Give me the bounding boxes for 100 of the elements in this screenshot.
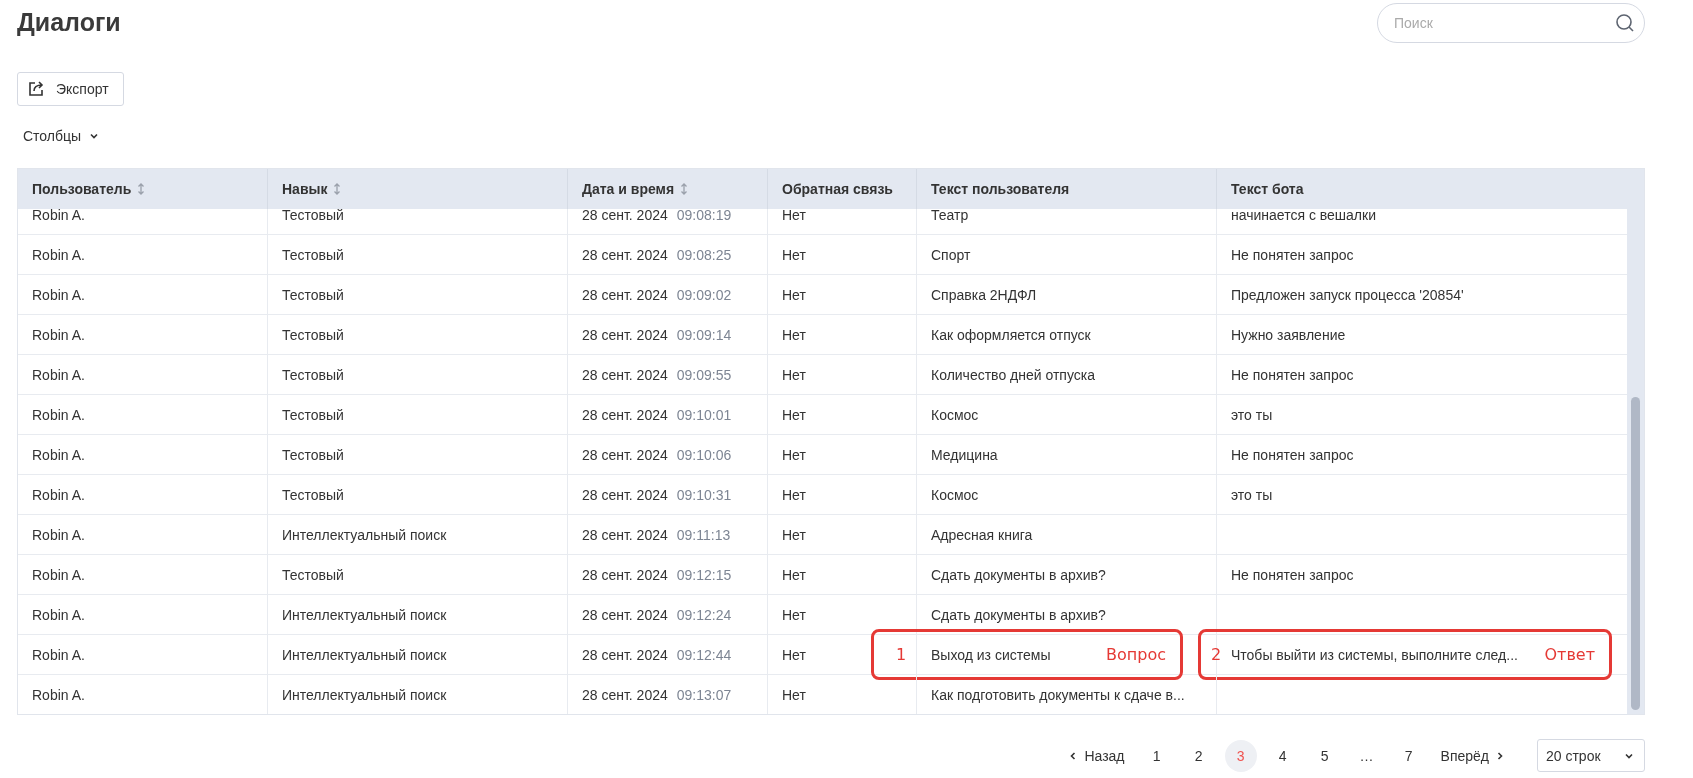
column-header[interactable]: Текст бота	[1231, 181, 1304, 197]
table-cell: Robin A.	[32, 406, 85, 423]
table-cell: Выход из системы	[931, 646, 1051, 663]
export-icon	[28, 81, 44, 97]
column-header[interactable]: Навык	[282, 181, 328, 197]
table-cell: Нет	[782, 566, 806, 583]
table-cell: Тестовый	[282, 326, 344, 343]
table-cell: Адресная книга	[931, 526, 1033, 543]
time-text: 09:10:31	[676, 486, 732, 503]
time-text: 09:08:19	[676, 209, 732, 223]
table-cell: Robin A.	[32, 326, 85, 343]
columns-dropdown[interactable]: Столбцы	[17, 124, 106, 148]
search-icon	[1615, 12, 1635, 33]
date-text: 28 сент. 2024	[582, 209, 668, 223]
table-cell: Не понятен запрос	[1231, 446, 1354, 463]
table-cell: Нет	[782, 326, 806, 343]
table-cell: Robin A.	[32, 366, 85, 383]
time-text: 09:12:15	[676, 566, 732, 583]
table-cell: Robin A.	[32, 209, 85, 223]
table-cell: Сдать документы в архив?	[931, 606, 1106, 623]
time-text: 09:09:02	[676, 286, 732, 303]
table-cell: Нет	[782, 366, 806, 383]
date-text: 28 сент. 2024	[582, 286, 668, 303]
table-cell: Космос	[931, 406, 979, 423]
time-text: 09:12:24	[676, 606, 732, 623]
page-title: Диалоги	[17, 7, 121, 37]
table-cell: Спорт	[931, 246, 971, 263]
table-cell: Нужно заявление	[1231, 326, 1346, 343]
table-cell: Нет	[782, 686, 806, 703]
table-cell: Robin A.	[32, 246, 85, 263]
time-text: 09:11:13	[676, 526, 731, 543]
table-cell: Интеллектуальный поиск	[282, 526, 447, 543]
time-text: 09:10:06	[676, 446, 732, 463]
sort-icon[interactable]	[680, 183, 689, 195]
chevron-down-icon	[89, 131, 100, 141]
page-button[interactable]: 7	[1392, 739, 1425, 772]
sort-icon[interactable]	[333, 183, 342, 195]
date-text: 28 сент. 2024	[582, 406, 668, 423]
column-header[interactable]: Текст пользователя	[931, 181, 1070, 197]
table-cell: Предложен запуск процесса '20854'	[1231, 286, 1464, 303]
table-cell: Нет	[782, 526, 806, 543]
table-cell: Robin A.	[32, 526, 85, 543]
chevron-right-icon	[1495, 750, 1505, 761]
time-text: 09:13:07	[676, 686, 732, 703]
time-text: 09:09:55	[676, 366, 732, 383]
date-text: 28 сент. 2024	[582, 686, 668, 703]
table-cell: это ты	[1231, 406, 1273, 423]
next-page-button[interactable]: Вперёд	[1432, 739, 1513, 772]
page-button[interactable]: 5	[1308, 739, 1341, 772]
time-text: 09:10:01	[676, 406, 732, 423]
table-cell: Нет	[782, 246, 806, 263]
previous-page-button[interactable]: Назад	[1060, 739, 1133, 772]
table-cell: Не понятен запрос	[1231, 246, 1354, 263]
column-header[interactable]: Пользователь	[32, 181, 132, 197]
table-cell: Не понятен запрос	[1231, 566, 1354, 583]
sort-icon[interactable]	[137, 183, 146, 195]
scrollbar-thumb[interactable]	[1631, 397, 1640, 710]
table-cell: Нет	[782, 606, 806, 623]
table-cell: Тестовый	[282, 486, 344, 503]
table-cell: Тестовый	[282, 566, 344, 583]
table-cell: Robin A.	[32, 606, 85, 623]
table-cell: Robin A.	[32, 446, 85, 463]
table-cell: Тестовый	[282, 406, 344, 423]
table-cell: Нет	[782, 646, 806, 663]
annotation-label: Ответ	[1544, 645, 1595, 664]
table-cell: Не понятен запрос	[1231, 366, 1354, 383]
table-cell: Тестовый	[282, 446, 344, 463]
table-cell: Robin A.	[32, 286, 85, 303]
page-size-dropdown[interactable]: 20 строк	[1537, 739, 1645, 772]
table-cell: Интеллектуальный поиск	[282, 686, 447, 703]
annotation-number: 1	[896, 645, 907, 664]
page-button[interactable]: 2	[1182, 739, 1215, 772]
date-text: 28 сент. 2024	[582, 646, 668, 663]
table-cell: Robin A.	[32, 486, 85, 503]
page-button[interactable]: …	[1350, 739, 1383, 772]
scrollbar[interactable]	[1627, 209, 1644, 714]
table-cell: Robin A.	[32, 566, 85, 583]
date-text: 28 сент. 2024	[582, 486, 668, 503]
export-button[interactable]: Экспорт	[17, 72, 124, 106]
date-text: 28 сент. 2024	[582, 446, 668, 463]
page-button[interactable]: 1	[1140, 739, 1173, 772]
date-text: 28 сент. 2024	[582, 326, 668, 343]
table-cell: Как подготовить документы к сдаче в...	[931, 686, 1185, 703]
column-header[interactable]: Обратная связь	[782, 181, 893, 197]
time-text: 09:09:14	[676, 326, 732, 343]
date-text: 28 сент. 2024	[582, 366, 668, 383]
table-cell: Медицина	[931, 446, 998, 463]
column-header[interactable]: Дата и время	[582, 181, 675, 197]
table-cell: Интеллектуальный поиск	[282, 646, 447, 663]
annotation-label: Вопрос	[1106, 645, 1166, 664]
table-cell: Театр	[931, 209, 969, 223]
page-button[interactable]: 4	[1266, 739, 1299, 772]
table-cell: это ты	[1231, 486, 1273, 503]
table-cell: Количество дней отпуска	[931, 366, 1095, 383]
table-cell: Тестовый	[282, 366, 344, 383]
table-cell: Тестовый	[282, 246, 344, 263]
time-text: 09:12:44	[676, 646, 732, 663]
search-field[interactable]: Поиск	[1377, 2, 1645, 43]
table-cell: Robin A.	[32, 686, 85, 703]
table-cell: Интеллектуальный поиск	[282, 606, 447, 623]
